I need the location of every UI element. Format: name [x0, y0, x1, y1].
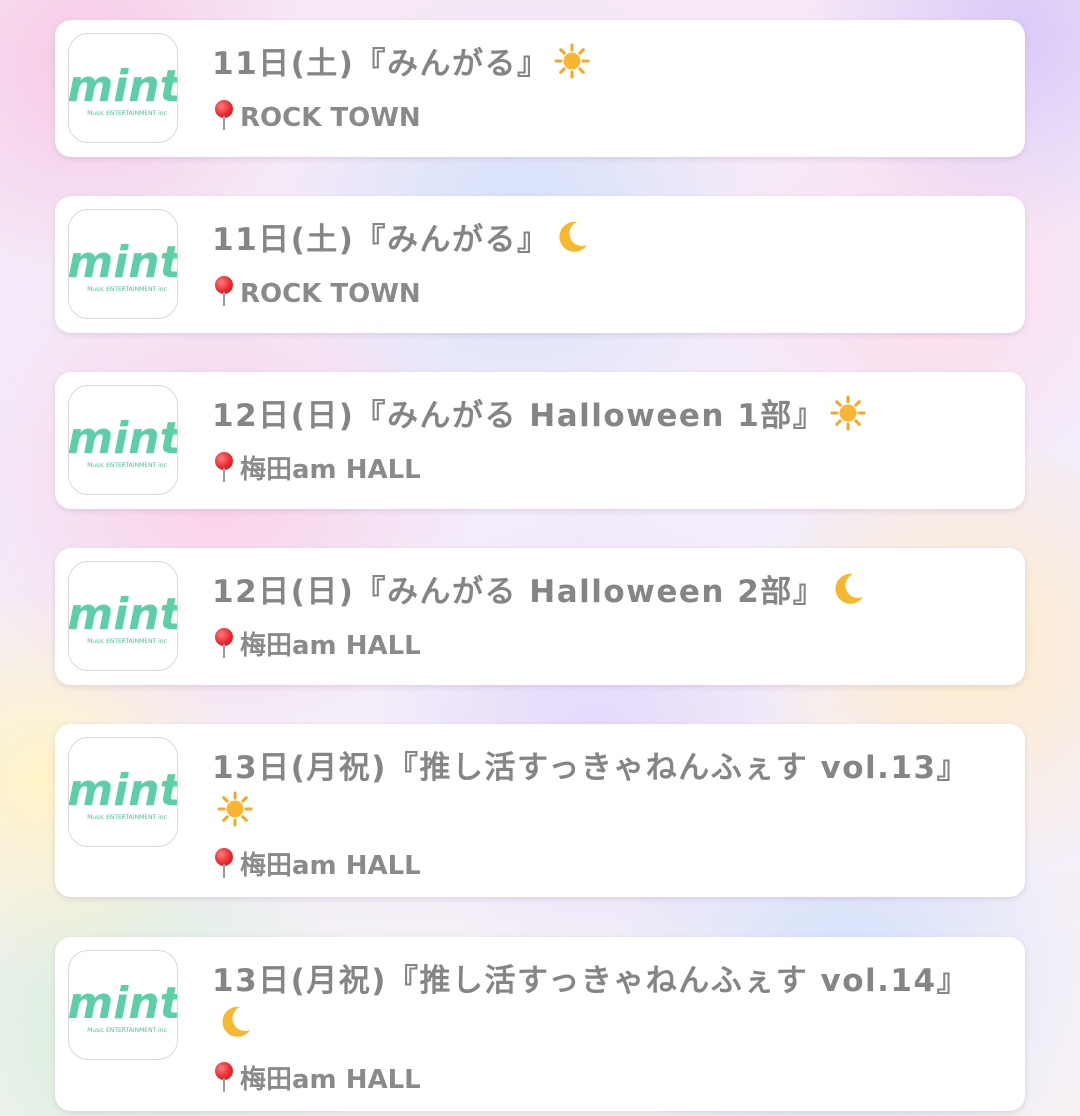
event-venue-text: 梅田am HALL [240, 631, 421, 661]
event-venue-text: 梅田am HALL [240, 455, 421, 485]
svg-text:Music ENTERTAINMENT inc: Music ENTERTAINMENT inc [87, 110, 167, 117]
event-venue: ROCK TOWN [212, 98, 1002, 136]
svg-text:Music ENTERTAINMENT inc: Music ENTERTAINMENT inc [87, 638, 167, 645]
svg-text:mint: mint [69, 765, 178, 816]
crescent-moon-icon [553, 218, 591, 256]
event-title-text: 11日(土)『みんがる』 [212, 46, 550, 82]
event-title-text: 12日(日)『みんがる Halloween 1部』 [212, 398, 826, 434]
event-title: 13日(月祝)『推し活すっきゃねんふぇす vol.13』 [212, 746, 1002, 834]
event-card[interactable]: mint Music ENTERTAINMENT inc 13日(月祝)『推し活… [55, 724, 1025, 897]
event-title: 11日(土)『みんがる』 [212, 218, 1002, 262]
svg-text:Music ENTERTAINMENT inc: Music ENTERTAINMENT inc [87, 1027, 167, 1034]
sun-icon [553, 42, 591, 80]
event-title-text: 12日(日)『みんがる Halloween 2部』 [212, 574, 826, 610]
event-venue: 梅田am HALL [212, 626, 1002, 664]
event-venue: 梅田am HALL [212, 846, 1002, 884]
mint-logo-icon: mint Music ENTERTAINMENT inc [68, 737, 178, 847]
mint-logo-icon: mint Music ENTERTAINMENT inc [68, 33, 178, 143]
event-title: 13日(月祝)『推し活すっきゃねんふぇす vol.14』 [212, 959, 1002, 1047]
crescent-moon-icon [829, 570, 867, 608]
event-title: 11日(土)『みんがる』 [212, 42, 1002, 86]
event-title: 12日(日)『みんがる Halloween 2部』 [212, 570, 1002, 614]
svg-text:mint: mint [69, 61, 178, 112]
mint-logo-icon: mint Music ENTERTAINMENT inc [68, 209, 178, 319]
event-list: mint Music ENTERTAINMENT inc 11日(土)『みんがる… [0, 0, 1080, 1116]
svg-text:mint: mint [69, 413, 178, 464]
svg-text:Music ENTERTAINMENT inc: Music ENTERTAINMENT inc [87, 462, 167, 469]
round-pushpin-icon [212, 450, 238, 484]
sun-icon [216, 790, 254, 828]
event-card[interactable]: mint Music ENTERTAINMENT inc 13日(月祝)『推し活… [55, 937, 1025, 1111]
event-title: 12日(日)『みんがる Halloween 1部』 [212, 394, 1002, 438]
event-card[interactable]: mint Music ENTERTAINMENT inc 11日(土)『みんがる… [55, 196, 1025, 333]
mint-logo-icon: mint Music ENTERTAINMENT inc [68, 950, 178, 1060]
event-card[interactable]: mint Music ENTERTAINMENT inc 11日(土)『みんがる… [55, 20, 1025, 157]
round-pushpin-icon [212, 1060, 238, 1094]
event-venue-text: ROCK TOWN [240, 279, 421, 309]
event-card[interactable]: mint Music ENTERTAINMENT inc 12日(日)『みんがる… [55, 548, 1025, 685]
crescent-moon-icon [216, 1003, 254, 1041]
svg-text:mint: mint [69, 589, 178, 640]
event-title-text: 13日(月祝)『推し活すっきゃねんふぇす vol.14』 [212, 963, 970, 999]
svg-text:Music ENTERTAINMENT inc: Music ENTERTAINMENT inc [87, 814, 167, 821]
mint-logo-icon: mint Music ENTERTAINMENT inc [68, 385, 178, 495]
svg-text:mint: mint [69, 978, 178, 1029]
round-pushpin-icon [212, 274, 238, 308]
event-venue-text: 梅田am HALL [240, 851, 421, 881]
round-pushpin-icon [212, 846, 238, 880]
event-venue-text: 梅田am HALL [240, 1065, 421, 1095]
event-venue: 梅田am HALL [212, 450, 1002, 488]
event-title-text: 13日(月祝)『推し活すっきゃねんふぇす vol.13』 [212, 750, 970, 786]
sun-icon [829, 394, 867, 432]
round-pushpin-icon [212, 98, 238, 132]
event-venue: 梅田am HALL [212, 1060, 1002, 1098]
round-pushpin-icon [212, 626, 238, 660]
event-card[interactable]: mint Music ENTERTAINMENT inc 12日(日)『みんがる… [55, 372, 1025, 509]
mint-logo-icon: mint Music ENTERTAINMENT inc [68, 561, 178, 671]
event-venue: ROCK TOWN [212, 274, 1002, 312]
event-title-text: 11日(土)『みんがる』 [212, 222, 550, 258]
svg-text:Music ENTERTAINMENT inc: Music ENTERTAINMENT inc [87, 286, 167, 293]
svg-text:mint: mint [69, 237, 178, 288]
event-venue-text: ROCK TOWN [240, 103, 421, 133]
